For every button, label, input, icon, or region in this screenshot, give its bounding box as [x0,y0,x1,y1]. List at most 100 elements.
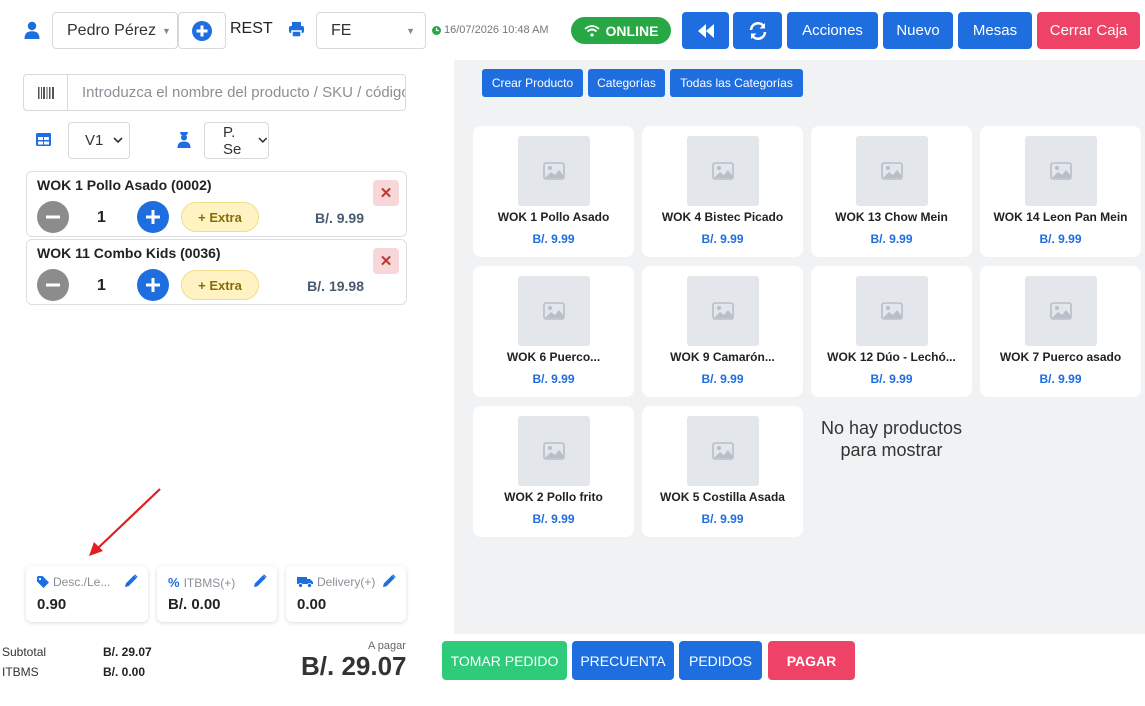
product-name: WOK 5 Costilla Asada [660,490,785,504]
image-placeholder-icon [687,136,759,206]
clock-icon [432,25,441,35]
delivery-value: 0.00 [297,596,327,613]
product-name: WOK 12 Dúo - Lechó... [827,350,956,364]
minus-icon [46,283,60,287]
product-card[interactable]: WOK 7 Puerco asado B/. 9.99 [980,266,1141,397]
itbms-value: B/. 0.00 [168,596,221,613]
product-card[interactable]: WOK 1 Pollo Asado B/. 9.99 [473,126,634,257]
edit-delivery-icon[interactable] [383,574,396,587]
sync-button[interactable] [733,12,782,49]
product-name: WOK 14 Leon Pan Mein [993,210,1128,224]
actions-button[interactable]: Acciones [787,12,878,49]
no-products-message: No hay productos para mostrar [820,418,963,460]
itbms-box: % ITBMS(+) B/. 0.00 [157,566,277,622]
product-name: WOK 7 Puerco asado [999,350,1122,364]
product-card[interactable]: WOK 2 Pollo frito B/. 9.99 [473,406,634,537]
product-search [23,74,406,111]
remove-line-button[interactable]: ✕ [373,248,399,274]
pay-button[interactable]: PAGAR [768,641,855,680]
new-button[interactable]: Nuevo [883,12,953,49]
barcode-icon[interactable] [24,75,68,110]
back-button[interactable] [682,12,729,49]
plus-icon [146,278,160,292]
decrease-qty-button[interactable] [37,201,69,233]
edit-itbms-icon[interactable] [254,574,267,587]
product-card[interactable]: WOK 6 Puerco... B/. 9.99 [473,266,634,397]
image-placeholder-icon [687,276,759,346]
plus-circle-icon [192,20,212,41]
online-status-text: ONLINE [605,22,659,39]
product-name: WOK 6 Puerco... [506,350,601,364]
product-card[interactable]: WOK 5 Costilla Asada B/. 9.99 [642,406,803,537]
waiter-select[interactable]: P. Se [204,122,269,159]
datetime-text: 16/07/2026 10:48 AM [444,24,549,36]
order-line-name: WOK 11 Combo Kids (0036) [37,245,221,261]
order-line-name: WOK 1 Pollo Asado (0002) [37,177,212,193]
product-price: B/. 9.99 [870,372,913,386]
invoice-type-select[interactable]: FE ▼ [316,12,426,49]
pos-screen: Pedro Pérez ▼ REST FE ▼ 16/07/2026 10:48… [0,0,1145,706]
add-extra-button[interactable]: + Extra [181,202,259,232]
top-bar: Pedro Pérez ▼ REST FE ▼ 16/07/2026 10:48… [0,0,1145,60]
subtotal-value: B/. 29.07 [103,645,152,659]
add-customer-button[interactable] [178,12,226,49]
discount-value: 0.90 [37,596,67,613]
product-price: B/. 9.99 [532,512,575,526]
user-select[interactable]: Pedro Pérez ▼ [52,12,178,49]
percent-icon: % [168,575,180,590]
product-price: B/. 9.99 [1039,232,1082,246]
add-extra-button[interactable]: + Extra [181,270,259,300]
decrease-qty-button[interactable] [37,269,69,301]
line-price: B/. 19.98 [307,278,364,294]
product-price: B/. 9.99 [1039,372,1082,386]
product-card[interactable]: WOK 9 Camarón... B/. 9.99 [642,266,803,397]
tables-button[interactable]: Mesas [958,12,1032,49]
product-price: B/. 9.99 [870,232,913,246]
caret-down-icon: ▼ [406,25,415,36]
product-name: WOK 13 Chow Mein [835,210,948,224]
image-placeholder-icon [856,276,928,346]
image-placeholder-icon [518,276,590,346]
wifi-icon [583,25,600,37]
discount-label: Desc./Le... [53,575,111,589]
order-line: WOK 11 Combo Kids (0036) ✕ 1 + Extra B/.… [26,239,407,305]
pre-bill-button[interactable]: PRECUENTA [572,641,674,680]
product-price: B/. 9.99 [701,512,744,526]
rewind-icon [697,23,714,38]
increase-qty-button[interactable] [137,201,169,233]
search-input[interactable] [68,75,405,110]
online-status-badge: ONLINE [571,17,671,44]
waiter-select-value: P. Se [223,123,242,158]
increase-qty-button[interactable] [137,269,169,301]
all-categories-button[interactable]: Todas las Categorías [670,69,803,97]
close-register-button[interactable]: Cerrar Caja [1037,12,1140,49]
order-line: WOK 1 Pollo Asado (0002) ✕ 1 + Extra B/.… [26,171,407,237]
take-order-button[interactable]: TOMAR PEDIDO [442,641,567,680]
line-quantity: 1 [97,277,106,294]
line-quantity: 1 [97,209,106,226]
edit-discount-icon[interactable] [125,574,138,587]
product-name: WOK 9 Camarón... [670,350,775,364]
tag-icon [37,576,49,588]
categories-button[interactable]: Categorías [588,69,665,97]
subtotal-label: Subtotal [2,645,47,659]
image-placeholder-icon [518,136,590,206]
delivery-label: Delivery(+) [317,575,376,589]
discount-box: Desc./Le... 0.90 [26,566,148,622]
chevron-down-icon [258,137,268,144]
delivery-header: Delivery(+) [297,575,375,589]
product-name: WOK 1 Pollo Asado [497,210,610,224]
product-card[interactable]: WOK 12 Dúo - Lechó... B/. 9.99 [811,266,972,397]
product-card[interactable]: WOK 13 Chow Mein B/. 9.99 [811,126,972,257]
orders-button[interactable]: PEDIDOS [679,641,762,680]
printer-icon[interactable] [288,21,305,38]
plus-icon [146,210,160,224]
product-card[interactable]: WOK 14 Leon Pan Mein B/. 9.99 [980,126,1141,257]
truck-icon [297,577,313,588]
itbms-total-value: B/. 0.00 [103,665,146,679]
product-card[interactable]: WOK 4 Bistec Picado B/. 9.99 [642,126,803,257]
table-select[interactable]: V1 [68,122,130,159]
remove-line-button[interactable]: ✕ [373,180,399,206]
create-product-button[interactable]: Crear Producto [482,69,583,97]
datetime-display: 16/07/2026 10:48 AM [432,24,549,36]
